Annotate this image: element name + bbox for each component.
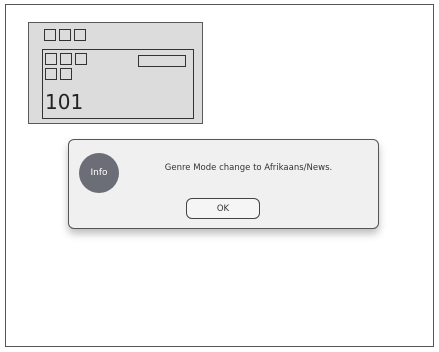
tv-screen: 101 Info Genre Mode change to Afrikaans/… [5, 4, 434, 347]
placeholder-square-icon [60, 68, 72, 80]
info-icon: Info [79, 153, 119, 193]
placeholder-square-icon [75, 53, 87, 65]
channel-detail-box: 101 [42, 49, 194, 119]
dialog-message: Genre Mode change to Afrikaans/News. [164, 163, 333, 173]
placeholder-square-icon [60, 53, 72, 65]
placeholder-bar [138, 55, 186, 67]
info-dialog: Info Genre Mode change to Afrikaans/News… [68, 139, 379, 229]
placeholder-square-icon [59, 29, 71, 41]
placeholder-square-icon [45, 68, 57, 80]
placeholder-square-icon [44, 29, 56, 41]
placeholder-square-icon [45, 53, 57, 65]
channel-number: 101 [45, 90, 84, 114]
placeholder-square-icon [74, 29, 86, 41]
channel-info-panel: 101 [28, 22, 203, 124]
ok-button[interactable]: OK [186, 198, 260, 219]
